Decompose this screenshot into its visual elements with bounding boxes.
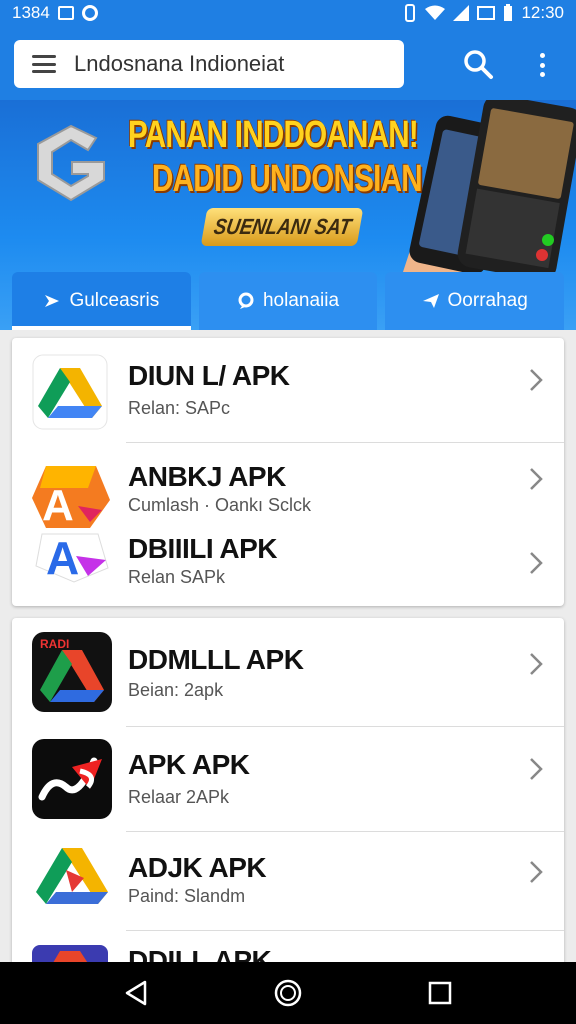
list-item[interactable]: APK APK Relaar 2APk <box>12 727 564 831</box>
chevron-right-icon <box>530 468 543 490</box>
app-notification-icon <box>81 5 98 21</box>
svg-text:A: A <box>42 481 74 530</box>
banner-title-line2: DADID UNDONSIAN <box>152 158 423 200</box>
app-title: DBIIILI APK <box>128 533 278 564</box>
pin-icon <box>238 292 254 309</box>
image-notification-icon <box>57 6 74 20</box>
send-icon <box>422 294 439 308</box>
tab-first[interactable]: Gulceasris <box>12 272 191 330</box>
banner-badge: SUENLANI SAT <box>200 208 364 246</box>
status-bar: 1384 12:30 <box>0 0 576 26</box>
screenshot-icon <box>477 6 496 20</box>
more-options-icon[interactable] <box>530 50 554 80</box>
chevron-right-icon <box>530 861 543 883</box>
status-right: 12:30 <box>403 3 564 23</box>
app-title: DIUN L/ APK <box>128 360 290 391</box>
app-list-card: DIUN L/ APK Relan: SAPc ANBKJ APK Cumlas… <box>12 338 564 606</box>
banner-logo-icon <box>37 124 105 202</box>
tab-label: Gulceasris <box>69 290 160 311</box>
app-title: ANBKJ APK <box>128 461 286 492</box>
app-title: APK APK <box>128 749 250 780</box>
status-time-right: 12:30 <box>521 3 564 22</box>
drive-color-app-icon <box>32 844 112 920</box>
app-subtitle: Relaar 2APk <box>128 787 230 807</box>
chevron-right-icon <box>530 552 543 574</box>
search-bar[interactable]: Lndosnana Indioneiat <box>14 40 404 88</box>
wifi-icon <box>425 5 446 20</box>
list-item[interactable]: ADJK APK Paind: Slandm <box>12 832 564 930</box>
back-icon[interactable] <box>121 978 151 1008</box>
app-title: ADJK APK <box>128 852 267 883</box>
search-input[interactable]: Lndosnana Indioneiat <box>74 51 284 77</box>
drive-dark-app-icon: RADI <box>32 632 112 712</box>
app-header: Lndosnana Indioneiat <box>0 26 576 100</box>
phones-illustration <box>402 100 576 275</box>
app-subtitle: Paind: Slandm <box>128 886 246 906</box>
menu-icon[interactable] <box>32 55 56 73</box>
search-icon[interactable] <box>462 48 494 80</box>
home-icon[interactable] <box>273 978 303 1008</box>
tab-second[interactable]: holanaiia <box>198 272 378 330</box>
font-app-icon: A A <box>32 466 110 584</box>
app-subtitle: Relan: SAPc <box>128 398 231 418</box>
app-list-card: RADI DDMLLL APK Beian: 2apk APK APK Rela… <box>12 618 564 978</box>
drive-app-icon <box>32 354 108 430</box>
vibrate-icon <box>405 4 416 22</box>
app-subtitle: Relan SAPk <box>128 567 226 587</box>
battery-icon <box>504 4 513 21</box>
play-icon <box>45 295 60 307</box>
status-time-left: 1384 <box>12 3 50 22</box>
list-item[interactable]: DIUN L/ APK Relan: SAPc <box>12 338 564 442</box>
chevron-right-icon <box>530 653 543 675</box>
banner-title-line1: PANAN INDDOANAN! <box>128 114 419 156</box>
apk-app-icon <box>32 739 112 819</box>
list-item[interactable]: RADI DDMLLL APK Beian: 2apk <box>12 618 564 726</box>
app-subtitle: Cumlash · Oankı Sclck <box>128 495 312 515</box>
banner-badge-text: SUENLANI SAT <box>211 214 353 239</box>
chevron-right-icon <box>530 369 543 391</box>
tab-third[interactable]: Oorrahag <box>385 272 565 330</box>
chevron-right-icon <box>530 758 543 780</box>
recents-icon[interactable] <box>425 978 455 1008</box>
system-nav-bar <box>0 962 576 1024</box>
app-subtitle: Beian: 2apk <box>128 680 224 700</box>
icon-label: RADI <box>40 637 69 651</box>
signal-icon <box>453 5 470 21</box>
tab-label: holanaiia <box>262 290 340 311</box>
category-tabs: Gulceasris holanaiia Oorrahag <box>12 272 565 330</box>
app-title: DDMLLL APK <box>128 644 304 675</box>
status-left: 1384 <box>12 3 98 23</box>
svg-text:A: A <box>46 532 79 584</box>
tab-label: Oorrahag <box>447 290 528 311</box>
